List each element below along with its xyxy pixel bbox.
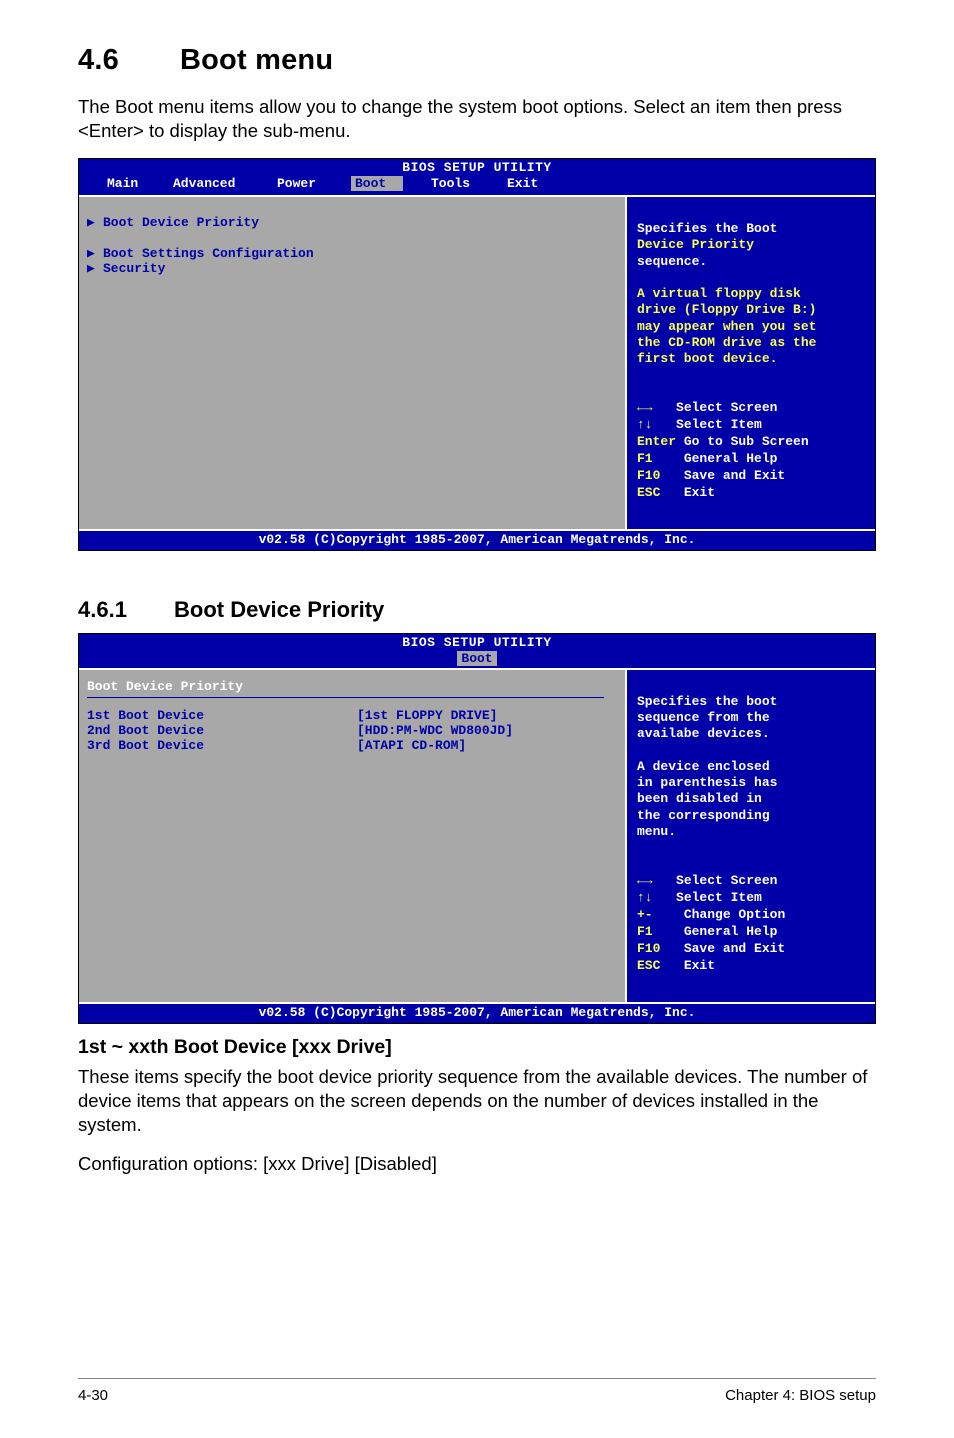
tab-advanced[interactable]: Advanced <box>169 176 273 191</box>
boot-device-row-1[interactable]: 1st Boot Device[1st FLOPPY DRIVE] <box>87 708 615 723</box>
bios-title: BIOS SETUP UTILITY <box>79 159 875 176</box>
row-value: [HDD:PM-WDC WD800JD] <box>357 724 513 737</box>
section-title-text: Boot menu <box>180 44 333 76</box>
bios-copyright: v02.58 (C)Copyright 1985-2007, American … <box>79 529 875 550</box>
row-label: 1st Boot Device <box>87 709 357 722</box>
submenu-arrow-icon: ▶ <box>87 247 103 260</box>
bios-left-pane: Boot Device Priority 1st Boot Device[1st… <box>79 670 625 1002</box>
boot-device-row-2[interactable]: 2nd Boot Device[HDD:PM-WDC WD800JD] <box>87 723 615 738</box>
divider <box>87 697 604 698</box>
pane-heading: Boot Device Priority <box>87 680 615 695</box>
bios-help-pane: Specifies the boot sequence from the ava… <box>625 670 875 1002</box>
subsection-number: 4.6.1 <box>78 597 127 622</box>
nav-hints: ←→ Select Screen ↑↓ Select Item +- Chang… <box>637 856 867 991</box>
tab-exit[interactable]: Exit <box>503 176 542 191</box>
bios-menubar: Main Advanced Power Boot Tools Exit <box>79 176 875 195</box>
bios-title: BIOS SETUP UTILITY <box>79 634 875 651</box>
subsection-title-text: Boot Device Priority <box>174 597 384 622</box>
section-number: 4.6 <box>78 44 119 76</box>
boot-device-row-3[interactable]: 3rd Boot Device[ATAPI CD-ROM] <box>87 738 615 753</box>
bios-left-pane: ▶Boot Device Priority ▶Boot Settings Con… <box>79 197 625 529</box>
page-footer: 4-30 Chapter 4: BIOS setup <box>78 1378 876 1404</box>
bios-menubar: Boot <box>79 651 875 668</box>
tab-tools[interactable]: Tools <box>427 176 503 191</box>
bios-screenshot-boot-menu: BIOS SETUP UTILITY Main Advanced Power B… <box>78 158 876 551</box>
menu-label: Boot Settings Configuration <box>103 247 314 260</box>
section-intro: The Boot menu items allow you to change … <box>78 95 876 144</box>
row-label: 3rd Boot Device <box>87 739 357 752</box>
help-text: Specifies the Boot Device Priority seque… <box>637 205 867 384</box>
bios-help-pane: Specifies the Boot Device Priority seque… <box>625 197 875 529</box>
menu-item-boot-device-priority[interactable]: ▶Boot Device Priority <box>87 215 615 230</box>
help-text: Specifies the boot sequence from the ava… <box>637 678 867 857</box>
tab-main[interactable]: Main <box>103 176 169 191</box>
bios-screenshot-boot-device-priority: BIOS SETUP UTILITY Boot Boot Device Prio… <box>78 633 876 1024</box>
item-description: These items specify the boot device prio… <box>78 1065 876 1138</box>
row-value: [ATAPI CD-ROM] <box>357 739 466 752</box>
page-number: 4-30 <box>78 1387 108 1404</box>
menu-label: Security <box>103 262 165 275</box>
tab-boot[interactable]: Boot <box>457 651 496 666</box>
chapter-label: Chapter 4: BIOS setup <box>725 1387 876 1404</box>
item-heading: 1st ~ xxth Boot Device [xxx Drive] <box>78 1036 876 1059</box>
nav-hints: ←→ Select Screen ↑↓ Select Item Enter Go… <box>637 384 867 519</box>
tab-power[interactable]: Power <box>273 176 351 191</box>
row-value: [1st FLOPPY DRIVE] <box>357 709 497 722</box>
menu-item-boot-settings-config[interactable]: ▶Boot Settings Configuration <box>87 246 615 261</box>
submenu-arrow-icon: ▶ <box>87 216 103 229</box>
tab-boot[interactable]: Boot <box>351 176 403 191</box>
bios-copyright: v02.58 (C)Copyright 1985-2007, American … <box>79 1002 875 1023</box>
subsection-heading: 4.6.1 Boot Device Priority <box>78 597 876 623</box>
submenu-arrow-icon: ▶ <box>87 262 103 275</box>
menu-item-security[interactable]: ▶Security <box>87 261 615 276</box>
item-config-options: Configuration options: [xxx Drive] [Disa… <box>78 1152 876 1176</box>
section-heading: 4.6 Boot menu <box>78 44 876 77</box>
menu-label: Boot Device Priority <box>103 216 259 229</box>
row-label: 2nd Boot Device <box>87 724 357 737</box>
